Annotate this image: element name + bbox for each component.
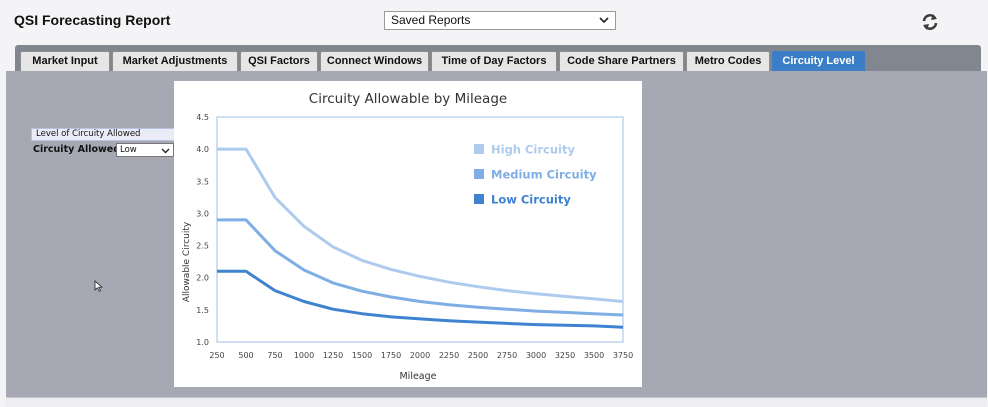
- x-tick-label: 1250: [323, 351, 343, 360]
- legend-label-medium-circuity: Medium Circuity: [491, 168, 597, 182]
- legend-swatch-medium-circuity: [474, 169, 484, 179]
- y-tick-label: 3.0: [196, 209, 209, 218]
- x-tick-label: 2500: [468, 351, 488, 360]
- legend-swatch-low-circuity: [474, 194, 484, 204]
- series-line-medium-circuity: [217, 218, 624, 317]
- circuity-allowed-select[interactable]: Low: [116, 143, 174, 157]
- circuity-allowed-value: Low: [120, 145, 137, 155]
- app-title: QSI Forecasting Report: [14, 12, 171, 28]
- top-bar: QSI Forecasting Report Saved Reports: [0, 0, 988, 42]
- x-tick-label: 2750: [497, 351, 517, 360]
- x-tick-label: 3750: [613, 351, 633, 360]
- series-line-low-circuity: [217, 269, 624, 329]
- circuity-allowed-label: Circuity Allowed: [33, 144, 121, 155]
- x-tick-label: 500: [238, 351, 253, 360]
- circuity-chart: Circuity Allowable by Mileage Allowable …: [174, 81, 642, 387]
- x-tick-label: 3500: [584, 351, 604, 360]
- y-tick-label: 1.5: [196, 306, 209, 315]
- legend-swatch-high-circuity: [474, 144, 484, 154]
- y-tick-label: 2.5: [196, 242, 209, 251]
- x-tick-label: 1000: [294, 351, 314, 360]
- chart-x-axis-label: Mileage: [399, 371, 436, 382]
- chart-title: Circuity Allowable by Mileage: [309, 91, 507, 107]
- tab-market-input[interactable]: Market Input: [20, 51, 110, 71]
- panel-footer: [6, 398, 987, 407]
- chevron-down-icon: [599, 17, 609, 24]
- x-tick-label: 1750: [381, 351, 401, 360]
- tab-market-adjustments[interactable]: Market Adjustments: [112, 51, 238, 71]
- refresh-icon[interactable]: [921, 13, 939, 31]
- legend-label-low-circuity: Low Circuity: [491, 193, 571, 207]
- chart-y-axis-label: Allowable Circuity: [182, 221, 192, 302]
- tab-circuity-level[interactable]: Circuity Level: [772, 51, 865, 71]
- circuity-chart-svg: Circuity Allowable by Mileage Allowable …: [182, 91, 633, 382]
- chevron-down-icon: [161, 148, 170, 154]
- legend-label-high-circuity: High Circuity: [491, 143, 575, 157]
- saved-reports-value: Saved Reports: [391, 13, 471, 27]
- x-tick-label: 3000: [526, 351, 546, 360]
- x-tick-label: 1500: [352, 351, 372, 360]
- mouse-pointer-icon: [94, 280, 103, 292]
- y-tick-label: 3.5: [196, 177, 209, 186]
- y-tick-label: 4.5: [196, 113, 209, 122]
- y-tick-label: 4.0: [196, 145, 209, 154]
- x-tick-label: 2000: [410, 351, 430, 360]
- y-tick-label: 2.0: [196, 274, 209, 283]
- x-tick-label: 750: [267, 351, 282, 360]
- y-tick-label: 1.0: [196, 338, 209, 347]
- circuity-level-header: Level of Circuity Allowed: [31, 128, 175, 141]
- saved-reports-dropdown[interactable]: Saved Reports: [384, 11, 616, 30]
- x-tick-label: 3250: [555, 351, 575, 360]
- x-tick-label: 250: [209, 351, 224, 360]
- tab-time-of-day-factors[interactable]: Time of Day Factors: [431, 51, 557, 71]
- x-tick-label: 2250: [439, 351, 459, 360]
- tab-qsi-factors[interactable]: QSI Factors: [240, 51, 318, 71]
- tab-connect-windows[interactable]: Connect Windows: [320, 51, 429, 71]
- tab-metro-codes[interactable]: Metro Codes: [686, 51, 770, 71]
- tab-code-share-partners[interactable]: Code Share Partners: [559, 51, 684, 71]
- tab-bar: Market Input Market Adjustments QSI Fact…: [15, 45, 981, 71]
